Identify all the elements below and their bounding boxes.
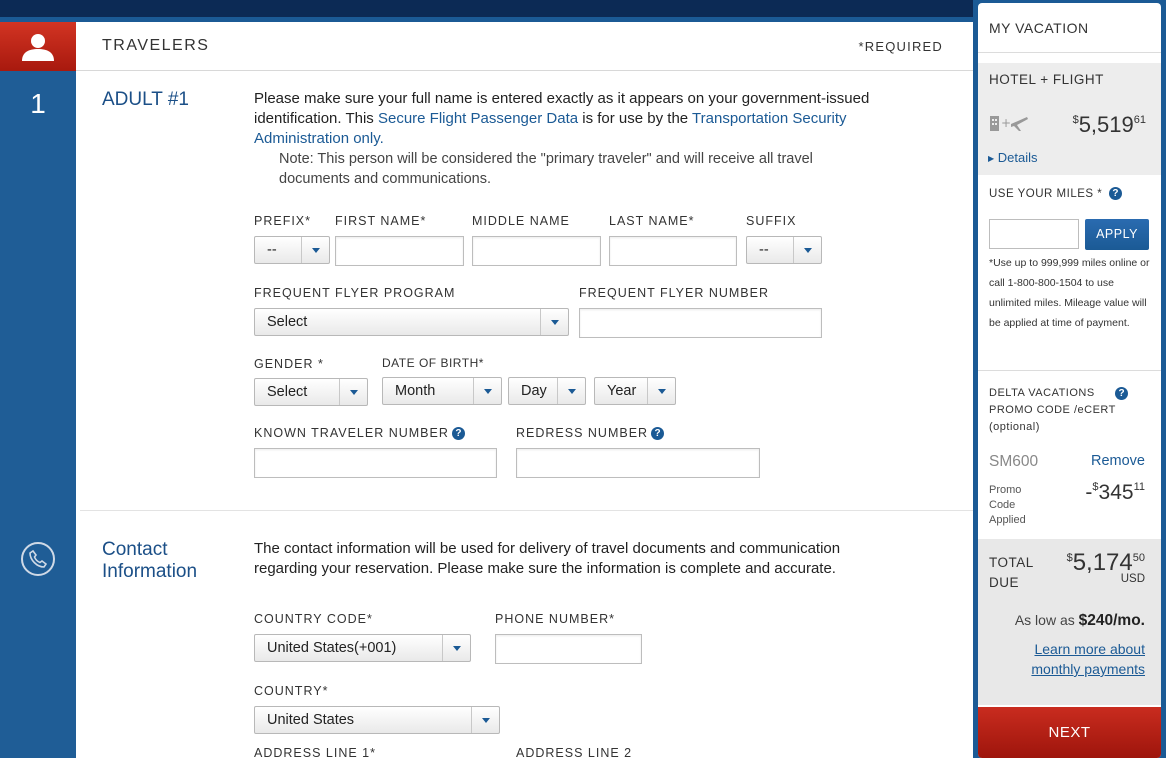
miles-input[interactable] (989, 219, 1079, 249)
package-title: HOTEL + FLIGHT (989, 72, 1104, 87)
top-band (0, 0, 973, 17)
required-note: *REQUIRED (858, 39, 943, 54)
learn-more-link[interactable]: Learn more about monthly payments (1005, 639, 1145, 679)
chevron-down-icon (557, 378, 585, 404)
suffix-label: SUFFIX (746, 214, 797, 228)
country-code-select[interactable]: United States(+001) (254, 634, 471, 662)
package-price: $5,51961 (1072, 112, 1146, 137)
traveler-step-header (0, 22, 76, 71)
ktn-input[interactable] (254, 448, 497, 478)
panel-header: TRAVELERS *REQUIRED (76, 22, 973, 71)
ff-program-label: FREQUENT FLYER PROGRAM (254, 286, 456, 300)
contact-title: Contact Information (102, 539, 198, 582)
ktn-label: KNOWN TRAVELER NUMBER? (254, 426, 465, 440)
caret-right-icon: ▶ (988, 154, 995, 163)
promo-code: SM600 (989, 453, 1039, 470)
help-icon[interactable]: ? (651, 427, 665, 440)
total-label: TOTAL DUE (989, 555, 1034, 590)
summary-title: MY VACATION (978, 3, 1161, 53)
phone-label: PHONE NUMBER* (495, 612, 615, 626)
last-name-label: LAST NAME* (609, 214, 695, 228)
promo-section: DELTA VACATIONS PROMO CODE /eCERT (optio… (978, 371, 1161, 539)
chevron-down-icon (301, 237, 329, 263)
redress-input[interactable] (516, 448, 760, 478)
promo-applied-label: Promo Code Applied (989, 484, 1026, 526)
panel-title: TRAVELERS (102, 37, 210, 54)
middle-name-label: MIDDLE NAME (472, 214, 570, 228)
apply-button[interactable]: APPLY (1085, 219, 1149, 250)
middle-name-input[interactable] (472, 236, 601, 266)
chevron-down-icon (442, 635, 470, 661)
person-icon (22, 33, 54, 61)
miles-section: USE YOUR MILES * ? APPLY *Use up to 999,… (978, 175, 1161, 371)
help-icon[interactable]: ? (451, 427, 465, 440)
chevron-down-icon (471, 707, 499, 733)
country-code-label: COUNTRY CODE* (254, 612, 373, 626)
chevron-down-icon (339, 379, 367, 405)
ff-program-select[interactable]: Select (254, 308, 569, 336)
chevron-down-icon (647, 378, 675, 404)
dob-month-select[interactable]: Month (382, 377, 502, 405)
next-button[interactable]: NEXT (978, 707, 1161, 758)
help-icon[interactable]: ? (1115, 387, 1128, 400)
address1-label: ADDRESS LINE 1* (254, 746, 376, 758)
gender-label: GENDER * (254, 357, 324, 371)
address2-label: ADDRESS LINE 2 (516, 746, 633, 758)
secure-flight-link[interactable]: Secure Flight Passenger Data (378, 110, 578, 127)
travelers-panel: TRAVELERS *REQUIRED ADULT #1 Please make… (76, 22, 973, 758)
currency-label: USD (1120, 573, 1145, 585)
phone-input[interactable] (495, 634, 642, 664)
remove-promo-link[interactable]: Remove (1091, 453, 1145, 469)
monthly-payment: As low as $240/mo. (1014, 612, 1145, 629)
chevron-down-icon (793, 237, 821, 263)
prefix-select[interactable]: -- (254, 236, 330, 264)
adult-title: ADULT #1 (102, 89, 189, 110)
dob-year-select[interactable]: Year (594, 377, 676, 405)
package-box: HOTEL + FLIGHT + $5,51961 ▶ Details (978, 63, 1161, 175)
svg-text:+: + (1001, 116, 1011, 130)
chevron-down-icon (473, 378, 501, 404)
contact-intro: The contact information will be used for… (254, 540, 841, 577)
section-divider (80, 510, 973, 511)
chevron-down-icon (540, 309, 568, 335)
details-link[interactable]: ▶ Details (988, 150, 1038, 165)
miles-label: USE YOUR MILES * ? (989, 187, 1122, 200)
first-name-label: FIRST NAME* (335, 214, 427, 228)
total-section: TOTAL DUE $5,17450 USD As low as $240/mo… (978, 539, 1161, 705)
phone-icon (21, 542, 55, 576)
country-label: COUNTRY* (254, 684, 329, 698)
hotel-plane-icon: + (989, 113, 1029, 138)
primary-traveler-note: Note: This person will be considered the… (279, 151, 813, 187)
first-name-input[interactable] (335, 236, 464, 266)
country-select[interactable]: United States (254, 706, 500, 734)
help-icon[interactable]: ? (1108, 187, 1122, 200)
dob-day-select[interactable]: Day (508, 377, 586, 405)
promo-discount: -$34511 (1085, 481, 1145, 504)
dob-label: DATE OF BIRTH* (382, 356, 484, 370)
last-name-input[interactable] (609, 236, 737, 266)
ff-number-label: FREQUENT FLYER NUMBER (579, 286, 770, 300)
suffix-select[interactable]: -- (746, 236, 822, 264)
vacation-summary: MY VACATION HOTEL + FLIGHT + $5,51961 ▶ … (978, 3, 1161, 758)
gender-select[interactable]: Select (254, 378, 368, 406)
ff-number-input[interactable] (579, 308, 822, 338)
step-number: 1 (30, 88, 46, 119)
prefix-label: PREFIX* (254, 214, 312, 228)
step-rail: 1 (0, 22, 76, 758)
miles-note: *Use up to 999,999 miles online or call … (989, 257, 1150, 329)
traveler-intro: Please make sure your full name is enter… (254, 90, 870, 147)
redress-label: REDRESS NUMBER? (516, 426, 665, 440)
